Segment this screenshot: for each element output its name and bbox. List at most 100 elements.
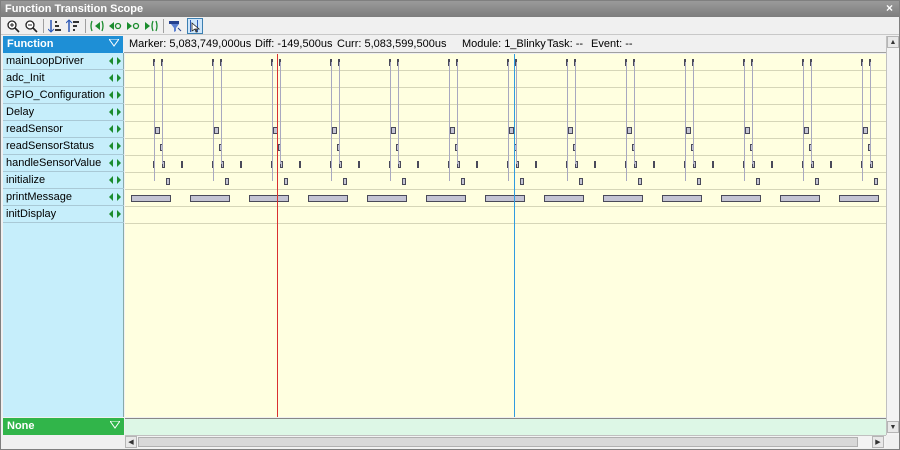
scroll-right-button[interactable]: ▶ — [872, 436, 884, 448]
row-gridline — [125, 223, 886, 224]
navigate-arrows-icon[interactable] — [108, 56, 122, 66]
function-activity-bar — [214, 127, 219, 134]
navigate-arrows-icon[interactable] — [108, 124, 122, 134]
vertical-scrollbar[interactable]: ▲ ▼ — [886, 36, 899, 435]
function-activity-bar — [358, 161, 360, 168]
function-row[interactable]: initialize — [3, 172, 124, 189]
function-row[interactable]: printMessage — [3, 189, 124, 206]
function-activity-bar — [520, 178, 524, 185]
transition-connector — [162, 62, 163, 164]
jump-first-icon — [90, 20, 104, 32]
jump-first-button[interactable] — [89, 18, 105, 34]
function-activity-bar — [308, 195, 348, 202]
function-activity-bar — [131, 195, 171, 202]
transition-connector — [634, 62, 635, 164]
function-name: adc_Init — [6, 72, 45, 84]
sort-descending-icon — [66, 19, 79, 32]
navigate-arrows-icon[interactable] — [108, 107, 122, 117]
cursor-line[interactable] — [514, 54, 515, 417]
function-activity-bar — [579, 178, 583, 185]
marker-line[interactable] — [277, 54, 278, 417]
transition-connector — [862, 62, 863, 181]
row-gridline — [125, 138, 886, 139]
function-activity-bar — [544, 195, 584, 202]
horizontal-scrollbar[interactable]: ◀ ▶ — [125, 435, 886, 448]
scroll-up-button[interactable]: ▲ — [887, 36, 899, 48]
navigate-arrows-icon[interactable] — [108, 73, 122, 83]
function-activity-bar — [756, 178, 760, 185]
transition-connector — [280, 62, 281, 164]
task-readout: Task: -- — [547, 38, 584, 50]
navigate-arrows-icon[interactable] — [108, 209, 122, 219]
jump-next-button[interactable] — [125, 18, 141, 34]
zoom-out-icon — [25, 20, 38, 33]
function-activity-bar — [780, 195, 820, 202]
filter-button[interactable] — [167, 18, 183, 34]
function-row[interactable]: initDisplay — [3, 206, 124, 223]
task-timeline-strip — [125, 418, 886, 435]
function-name: initDisplay — [6, 208, 57, 220]
zoom-in-button[interactable] — [5, 18, 21, 34]
navigate-arrows-icon[interactable] — [108, 192, 122, 202]
sort-ascending-button[interactable] — [47, 18, 63, 34]
function-activity-bar — [402, 178, 406, 185]
dropdown-filter-icon[interactable] — [109, 39, 119, 47]
title-bar: Function Transition Scope × — [1, 1, 899, 17]
zoom-out-button[interactable] — [23, 18, 39, 34]
filter-icon — [169, 21, 182, 32]
transition-connector — [398, 62, 399, 164]
function-activity-bar — [225, 178, 229, 185]
function-activity-bar — [299, 161, 301, 168]
jump-previous-button[interactable] — [107, 18, 123, 34]
scroll-down-button[interactable]: ▼ — [887, 421, 899, 433]
function-activity-bar — [332, 127, 337, 134]
task-filter-bar[interactable]: None — [3, 418, 124, 435]
transition-plot[interactable] — [125, 54, 886, 417]
navigate-arrows-icon[interactable] — [108, 158, 122, 168]
function-column-header[interactable]: Function — [3, 36, 123, 53]
function-activity-bar — [476, 161, 478, 168]
jump-last-button[interactable] — [143, 18, 159, 34]
row-gridline — [125, 206, 886, 207]
function-row[interactable]: GPIO_Configuration — [3, 87, 124, 104]
function-activity-bar — [417, 161, 419, 168]
dropdown-filter-icon[interactable] — [110, 421, 120, 429]
row-gridline — [125, 70, 886, 71]
function-row[interactable]: readSensor — [3, 121, 124, 138]
cursor-mode-button[interactable] — [187, 18, 203, 34]
transition-connector — [626, 62, 627, 181]
row-gridline — [125, 104, 886, 105]
horizontal-scroll-thumb[interactable] — [138, 437, 858, 447]
transition-connector — [331, 62, 332, 181]
transition-connector — [213, 62, 214, 181]
transition-connector — [567, 62, 568, 181]
function-activity-bar — [653, 161, 655, 168]
transition-connector — [752, 62, 753, 164]
function-activity-bar — [830, 161, 832, 168]
function-row[interactable]: adc_Init — [3, 70, 124, 87]
function-activity-bar — [181, 161, 183, 168]
jump-previous-icon — [109, 22, 122, 30]
function-row[interactable]: Delay — [3, 104, 124, 121]
function-activity-bar — [284, 178, 288, 185]
function-activity-bar — [190, 195, 230, 202]
navigate-arrows-icon[interactable] — [108, 90, 122, 100]
function-name: handleSensorValue — [6, 157, 102, 169]
function-list: mainLoopDriver adc_Init GPIO_Configuration… — [3, 53, 124, 417]
current-readout: Curr: 5,083,599,500us — [337, 38, 447, 50]
function-row[interactable]: readSensorStatus — [3, 138, 124, 155]
transition-connector — [221, 62, 222, 164]
row-gridline — [125, 155, 886, 156]
sort-descending-button[interactable] — [65, 18, 81, 34]
function-activity-bar — [343, 178, 347, 185]
close-button[interactable]: × — [886, 1, 893, 15]
function-row[interactable]: mainLoopDriver — [3, 53, 124, 70]
scroll-left-button[interactable]: ◀ — [125, 436, 137, 448]
transition-connector — [803, 62, 804, 181]
function-name: readSensor — [6, 123, 63, 135]
navigate-arrows-icon[interactable] — [108, 141, 122, 151]
function-activity-bar — [568, 127, 573, 134]
function-row[interactable]: handleSensorValue — [3, 155, 124, 172]
navigate-arrows-icon[interactable] — [108, 175, 122, 185]
row-gridline — [125, 121, 886, 122]
